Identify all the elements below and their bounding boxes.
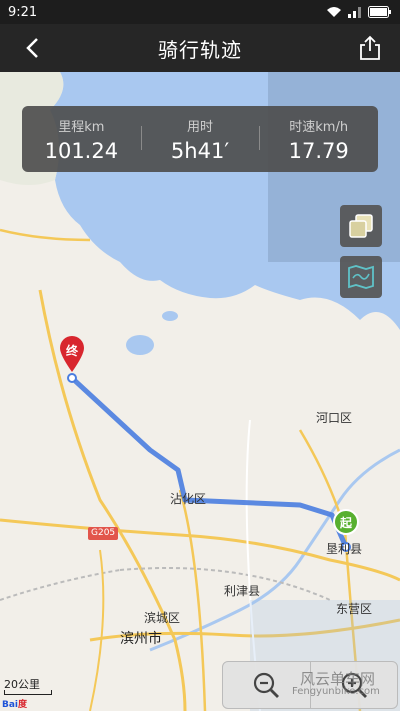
- speed-value: 17.79: [288, 138, 349, 163]
- map-label-binzhou: 滨州市: [120, 631, 162, 647]
- clock: 9:21: [8, 4, 38, 20]
- map-label-bincheng: 滨城区: [144, 611, 181, 625]
- duration-value: 5h41′: [170, 138, 230, 163]
- status-bar: 9:21: [0, 0, 400, 24]
- end-marker-label: 终: [65, 344, 78, 358]
- duration-label: 用时: [187, 119, 214, 135]
- map-label-dongying: 东营区: [336, 602, 373, 616]
- title-bar: 骑行轨迹: [0, 24, 400, 72]
- map-label-hekou: 河口区: [316, 411, 353, 425]
- zoom-out-icon: [254, 672, 280, 698]
- distance-value: 101.24: [44, 138, 119, 163]
- layers-button[interactable]: [340, 205, 382, 247]
- baidu-logo: Bai度: [2, 700, 28, 710]
- status-icons: [326, 6, 392, 18]
- map-label-zhanhua: 沾化区: [170, 492, 207, 506]
- distance-label: 里程km: [58, 119, 105, 135]
- chevron-left-icon: [26, 38, 38, 58]
- map-type-button[interactable]: [340, 256, 382, 298]
- distance-stat: 里程km 101.24: [22, 116, 141, 163]
- watermark-url: Fengyunbike.com: [292, 686, 380, 697]
- map-icon: [348, 265, 374, 289]
- share-button[interactable]: [356, 34, 384, 62]
- ride-stats-panel: 里程km 101.24 用时 5h41′ 时速km/h 17.79: [22, 106, 378, 172]
- map-label-lijin: 利津县: [224, 584, 261, 598]
- layers-icon: [349, 214, 373, 238]
- signal-icon: [348, 7, 361, 18]
- share-icon: [360, 35, 380, 60]
- zoom-out-button[interactable]: [223, 662, 310, 708]
- map-scale-bar: [4, 690, 52, 695]
- battery-icon: [368, 6, 391, 18]
- start-marker-label: 起: [339, 516, 352, 530]
- speed-stat: 时速km/h 17.79: [259, 116, 378, 163]
- wifi-icon: [327, 7, 341, 17]
- back-button[interactable]: [18, 34, 46, 62]
- duration-stat: 用时 5h41′: [140, 116, 260, 163]
- g205-shield-label: G205: [91, 528, 116, 538]
- speed-label: 时速km/h: [289, 119, 349, 135]
- map-label-kenli: 垦利县: [326, 542, 363, 556]
- page-title: 骑行轨迹: [158, 37, 242, 62]
